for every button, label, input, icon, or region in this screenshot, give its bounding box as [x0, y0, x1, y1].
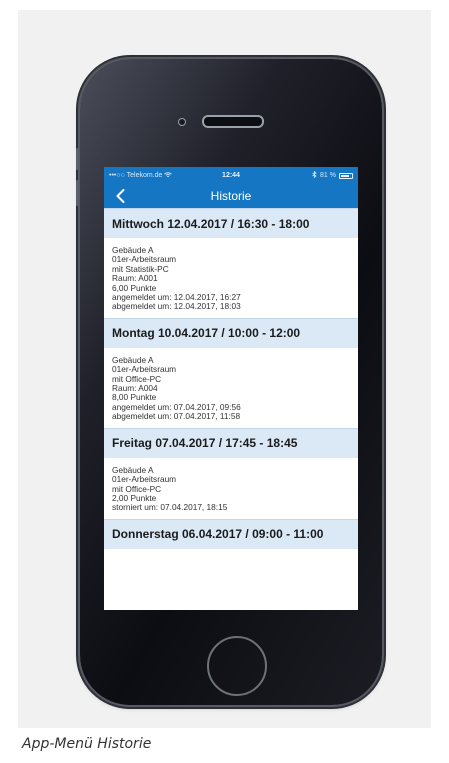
history-entry-detail-line: abgemeldet um: 12.04.2017, 18:03	[112, 301, 241, 312]
navigation-bar: Historie	[104, 184, 358, 208]
phone-screen: •••○○ Telekom.de 12:44 81 % Historie Mit…	[104, 167, 358, 610]
earpiece-speaker	[202, 115, 264, 128]
volume-up-button	[76, 180, 79, 206]
history-entry-header[interactable]: Donnerstag 06.04.2017 / 09:00 - 11:00	[104, 518, 358, 549]
front-camera	[178, 118, 186, 126]
history-entry-detail-line: storniert um: 07.04.2017, 18:15	[112, 502, 228, 513]
history-entry-header[interactable]: Mittwoch 12.04.2017 / 16:30 - 18:00	[104, 208, 358, 238]
page-title: Historie	[210, 189, 252, 203]
history-entry-details: Gebäude A 01er-Arbeitsraum mit Office-PC 2,…	[104, 458, 358, 519]
status-time: 12:44	[222, 172, 240, 179]
battery-icon	[339, 172, 353, 179]
chevron-left-icon	[116, 189, 124, 203]
history-list: Mittwoch 12.04.2017 / 16:30 - 18:00 Gebäu…	[104, 208, 358, 549]
battery-level-fill	[341, 174, 349, 177]
status-bar: •••○○ Telekom.de 12:44 81 %	[104, 167, 358, 184]
history-entry-details: Gebäude A 01er-Arbeitsraum mit Office-PC Ra…	[104, 348, 358, 428]
history-entry-detail-line: abgemeldet um: 07.04.2017, 11:58	[112, 411, 241, 422]
history-entry-details: Gebäude A 01er-Arbeitsraum mit Statistik-P…	[104, 238, 358, 318]
mute-switch	[76, 148, 79, 170]
figure-caption: App-Menü Historie	[22, 736, 152, 752]
history-entry-header[interactable]: Freitag 07.04.2017 / 17:45 - 18:45	[104, 427, 358, 458]
history-entry-header[interactable]: Montag 10.04.2017 / 10:00 - 12:00	[104, 317, 358, 348]
back-button[interactable]	[110, 184, 130, 208]
home-button[interactable]	[207, 636, 267, 696]
